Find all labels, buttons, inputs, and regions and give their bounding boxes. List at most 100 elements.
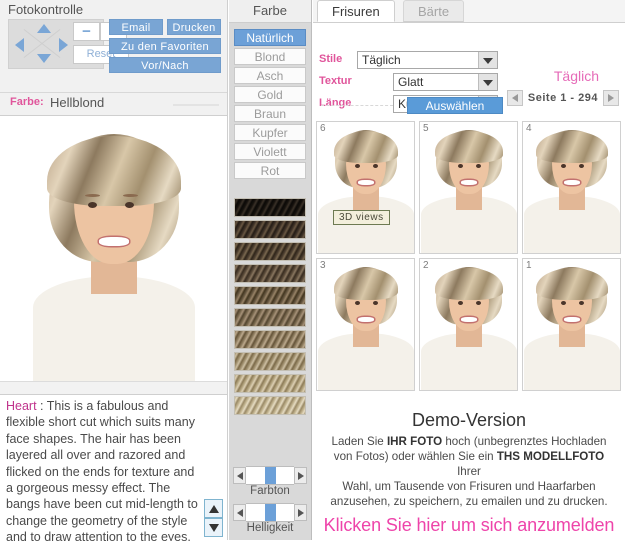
3d-views-badge[interactable]: 3D views: [333, 210, 390, 225]
filter-label-textur: Textur: [319, 75, 352, 87]
description-text: Heart : This is a fabulous and flexible …: [6, 398, 202, 541]
pager-prev-button[interactable]: [506, 90, 523, 106]
photo-control-title: Fotokontrolle: [8, 2, 84, 17]
swatch-4[interactable]: [234, 264, 306, 283]
chevron-down-icon[interactable]: [478, 74, 497, 90]
filter-label-laenge: Länge: [319, 97, 352, 109]
pager-text: Seite 1 - 294: [527, 92, 598, 104]
signup-link[interactable]: Klicken Sie hier um sich anzumelden: [313, 515, 625, 536]
color-button-kupfer[interactable]: Kupfer: [234, 124, 306, 141]
filter-select-textur[interactable]: Glatt: [393, 73, 498, 91]
color-button-natuerlich[interactable]: Natürlich: [234, 29, 306, 46]
thumbnail-number: 2: [423, 260, 429, 271]
description-panel: Heart : This is a fabulous and flexible …: [0, 394, 227, 541]
description-body: This is a fabulous and flexible short cu…: [6, 399, 198, 541]
brightness-slider-thumb[interactable]: [265, 504, 276, 521]
pan-right-icon[interactable]: [59, 38, 68, 52]
swatch-1[interactable]: [234, 198, 306, 217]
zoom-out-button[interactable]: −: [73, 22, 100, 41]
filter-select-stile[interactable]: Täglich: [357, 51, 498, 69]
brightness-slider-track[interactable]: [246, 503, 294, 522]
pan-left-icon[interactable]: [15, 38, 24, 52]
brightness-slider-right-arrow-icon[interactable]: [294, 504, 307, 521]
thumbnail-item[interactable]: 3: [316, 258, 415, 391]
current-color-value: Hellblond: [50, 95, 105, 110]
thumbnail-item[interactable]: 2: [419, 258, 518, 391]
color-button-gold[interactable]: Gold: [234, 86, 306, 103]
promo-line3: Wahl, um Tausende von Frisuren und Haarf…: [342, 480, 596, 493]
color-button-braun[interactable]: Braun: [234, 105, 306, 122]
swatch-8[interactable]: [234, 352, 306, 371]
filter-value-stile: Täglich: [362, 53, 401, 67]
swatch-5[interactable]: [234, 286, 306, 305]
right-panel: Frisuren Bärte Stile Täglich Textur Glat…: [313, 0, 625, 540]
swatch-3[interactable]: [234, 242, 306, 261]
hue-slider[interactable]: [233, 466, 307, 485]
brightness-slider-left-arrow-icon[interactable]: [233, 504, 246, 521]
photo-separator: [0, 381, 227, 394]
promo-line2c: Ihrer: [457, 465, 481, 478]
thumbnail-portrait: [420, 122, 517, 253]
filter-label-stile: Stile: [319, 53, 343, 65]
email-button[interactable]: Email: [109, 19, 163, 35]
swatch-7[interactable]: [234, 330, 306, 349]
before-after-button[interactable]: Vor/Nach: [109, 57, 221, 73]
scroll-down-icon[interactable]: [204, 518, 223, 537]
thumbnail-row: 6 3D views 5 4: [316, 121, 625, 254]
pan-down-icon[interactable]: [37, 54, 51, 63]
thumbnail-item[interactable]: 4: [522, 121, 621, 254]
select-button[interactable]: Auswählen: [407, 97, 503, 114]
app-root: Fotokontrolle −+ Reset Email Drucken: [0, 0, 625, 541]
promo-block: Demo-Version Laden Sie IHR FOTO hoch (un…: [313, 410, 625, 536]
color-button-asch[interactable]: Asch: [234, 67, 306, 84]
main-photo[interactable]: [0, 116, 227, 394]
hue-slider-track[interactable]: [246, 466, 294, 485]
tab-bar: Frisuren Bärte: [313, 0, 625, 23]
pan-pad[interactable]: −+ Reset: [8, 19, 129, 69]
print-button[interactable]: Drucken: [167, 19, 221, 35]
color-panel: Farbe Natürlich Blond Asch Gold Braun Ku…: [229, 0, 312, 540]
category-heading: Täglich: [553, 68, 599, 84]
photo-action-buttons: Email Drucken Zu den Favoriten Vor/Nach: [109, 19, 221, 76]
thumbnail-row: 3 2 1: [316, 258, 625, 391]
color-button-violett[interactable]: Violett: [234, 143, 306, 160]
add-favorites-button[interactable]: Zu den Favoriten: [109, 38, 221, 54]
color-button-blond[interactable]: Blond: [234, 48, 306, 65]
color-divider: [173, 104, 219, 106]
chevron-down-icon[interactable]: [478, 52, 497, 68]
brightness-slider[interactable]: [233, 503, 307, 522]
description-separator: :: [36, 399, 47, 413]
scroll-up-icon[interactable]: [204, 499, 223, 518]
swatch-6[interactable]: [234, 308, 306, 327]
swatch-9[interactable]: [234, 374, 306, 393]
description-scrollbar[interactable]: [204, 499, 223, 537]
tab-frisuren[interactable]: Frisuren: [317, 0, 395, 22]
thumbnail-number: 5: [423, 123, 429, 134]
promo-line1b: IHR FOTO: [386, 435, 443, 448]
swatch-2[interactable]: [234, 220, 306, 239]
thumbnail-item[interactable]: 5: [419, 121, 518, 254]
color-swatch-list: [234, 198, 306, 418]
portrait-image: [0, 116, 227, 394]
color-category-list: Natürlich Blond Asch Gold Braun Kupfer V…: [229, 23, 311, 179]
color-sliders: Farbton Helligkeit: [233, 466, 307, 534]
hue-slider-right-arrow-icon[interactable]: [294, 467, 307, 484]
dpad[interactable]: [11, 21, 73, 67]
pager: Seite 1 - 294: [506, 90, 619, 106]
pager-next-button[interactable]: [603, 90, 619, 106]
swatch-10[interactable]: [234, 396, 306, 415]
hue-slider-left-arrow-icon[interactable]: [233, 467, 246, 484]
filter-panel: Stile Täglich Textur Glatt Länge Kurz Tä…: [313, 23, 625, 119]
promo-line1c: hoch (unbegrenztes Hochladen: [442, 435, 607, 448]
thumbnail-portrait: [420, 259, 517, 390]
thumbnail-number: 3: [320, 260, 326, 271]
tab-baerte[interactable]: Bärte: [403, 0, 465, 22]
thumbnail-portrait: [317, 259, 414, 390]
filter-value-textur: Glatt: [398, 75, 424, 89]
thumbnail-item[interactable]: 6 3D views: [316, 121, 415, 254]
pan-up-icon[interactable]: [37, 24, 51, 33]
color-button-rot[interactable]: Rot: [234, 162, 306, 179]
promo-line4: anzusehen, zu speichern, zu emailen und …: [330, 495, 608, 508]
thumbnail-item[interactable]: 1: [522, 258, 621, 391]
hue-slider-thumb[interactable]: [265, 467, 276, 484]
